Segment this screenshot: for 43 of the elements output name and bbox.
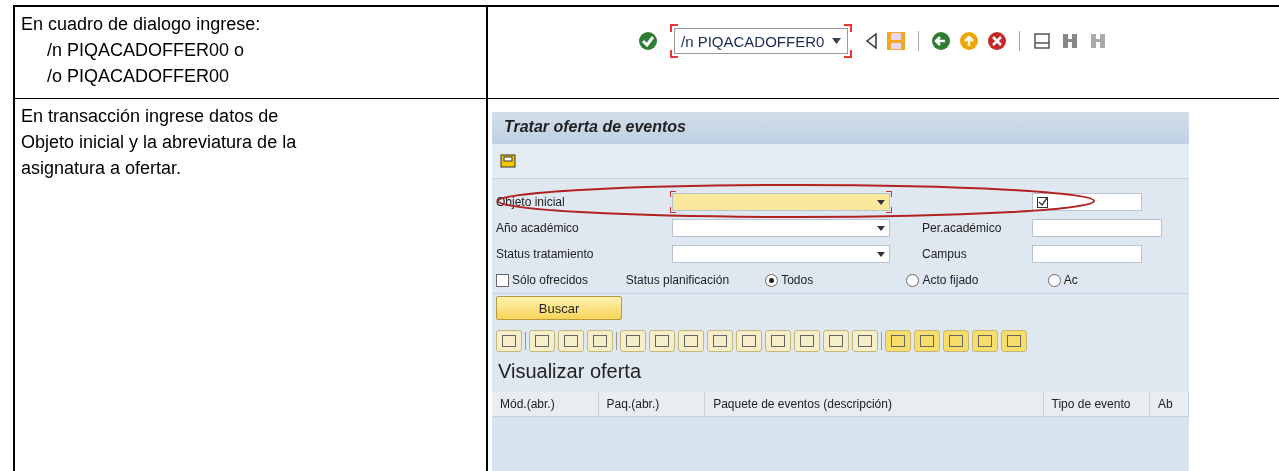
search-button[interactable]: Buscar: [496, 296, 622, 320]
field-label: Status planificación: [625, 273, 731, 287]
column-header[interactable]: Tipo de evento: [1043, 392, 1151, 416]
save-icon[interactable]: [500, 153, 516, 169]
check-icon[interactable]: [638, 31, 658, 51]
dropdown-arrow-icon[interactable]: [877, 199, 885, 205]
radio-label: Todos: [781, 273, 814, 287]
dropdown-arrow-icon[interactable]: [877, 225, 885, 231]
dropdown-field[interactable]: [672, 245, 890, 263]
input-field[interactable]: [1032, 219, 1162, 237]
column-header[interactable]: Ab: [1150, 392, 1189, 416]
back-triangle-icon[interactable]: [864, 31, 878, 51]
screen-title: Tratar oferta de eventos: [492, 112, 1189, 144]
column-header[interactable]: Mód.(abr.): [492, 392, 599, 416]
field-label: Per.académico: [921, 221, 1003, 235]
input-field[interactable]: [1032, 245, 1142, 263]
checkbox-label: Sólo ofrecidos: [512, 273, 589, 287]
instruction-text: /o PIQACADOFFER00: [46, 65, 231, 88]
binoculars-icon[interactable]: [1060, 31, 1080, 51]
column-header[interactable]: Paq.(abr.): [598, 392, 706, 416]
input-field[interactable]: [1032, 193, 1142, 211]
radio-label: Ac: [1063, 273, 1078, 287]
checkbox[interactable]: [496, 273, 509, 287]
column-header[interactable]: Paquete de eventos (descripción): [705, 392, 1044, 416]
field-label: Campus: [921, 247, 968, 261]
radio-button[interactable]: [1047, 273, 1061, 287]
section-title: Visualizar oferta: [497, 359, 643, 384]
dropdown-field[interactable]: [672, 219, 890, 237]
radio-button[interactable]: [906, 273, 920, 287]
print-icon[interactable]: [1032, 31, 1052, 51]
radio-button[interactable]: [765, 273, 779, 287]
dropdown-arrow-icon[interactable]: [877, 251, 885, 257]
field-label: Año académico: [496, 221, 580, 235]
field-label: Status tratamiento: [496, 247, 595, 261]
instruction-text: En transacción ingrese datos de Objeto inicial y la abreviatura de la asignatura a ofertar.: [21, 105, 298, 180]
instruction-text: /n PIQACADOFFER00 o: [46, 39, 246, 62]
instruction-text: En cuadro de dialogo ingrese:: [21, 13, 262, 36]
cancel-icon[interactable]: [987, 31, 1007, 51]
radio-label: Acto fijado: [922, 273, 979, 287]
command-field[interactable]: /n PIQACADOFFER0: [674, 28, 848, 54]
dropdown-field[interactable]: [672, 193, 890, 211]
dropdown-arrow-icon[interactable]: [832, 38, 841, 44]
back-icon[interactable]: [931, 31, 951, 51]
